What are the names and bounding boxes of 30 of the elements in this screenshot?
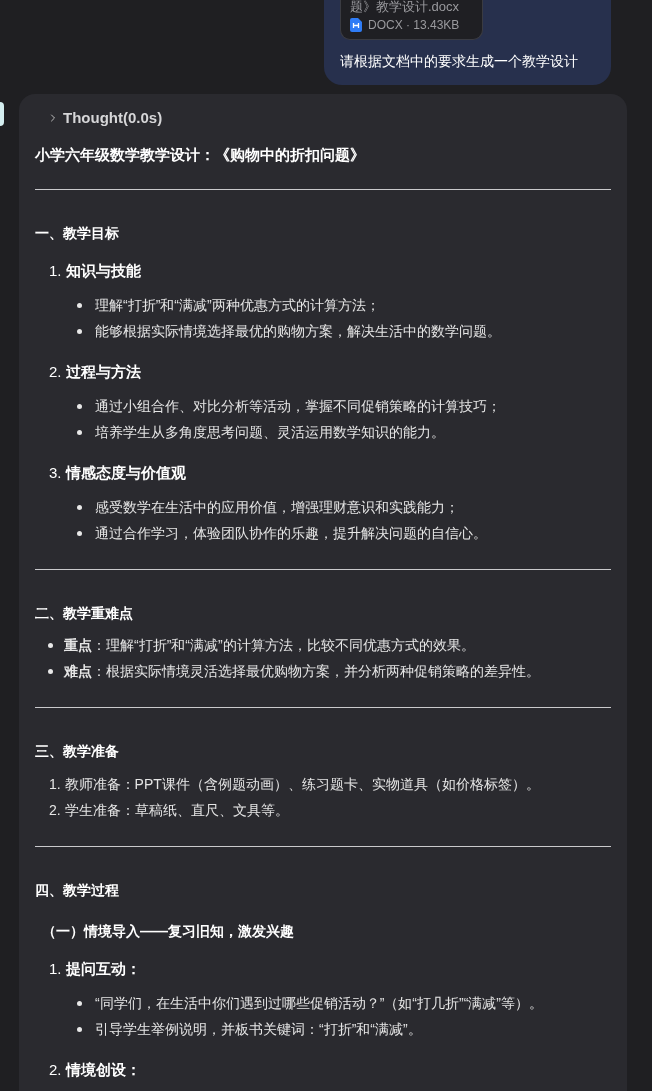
response-title: 小学六年级数学教学设计：《购物中的折扣问题》 xyxy=(35,145,366,165)
numbered-heading: 3. 情感态度与价值观 xyxy=(49,463,187,483)
file-name: 题》教学设计.docx xyxy=(350,0,461,14)
file-meta: DOCX · 13.43KB xyxy=(368,17,460,33)
bullet-text: 引导学生举例说明，并板书关键词：“打折”和“满减”。 xyxy=(95,1020,422,1039)
section-heading: 四、教学过程 xyxy=(35,881,120,900)
bullet-text: 理解“打折”和“满减”两种优惠方式的计算方法； xyxy=(95,296,380,315)
bullet-text: 能够根据实际情境选择最优的购物方案，解决生活中的数学问题。 xyxy=(95,322,501,341)
numbered-heading: 2. 过程与方法 xyxy=(49,362,142,382)
numbered-item: 2. 学生准备：草稿纸、直尺、文具等。 xyxy=(49,801,290,820)
numbered-heading: 1. 知识与技能 xyxy=(49,261,142,281)
document-icon xyxy=(350,18,362,32)
bullet-text: 重点：理解“打折”和“满减”的计算方法，比较不同优惠方式的效果。 xyxy=(64,636,475,655)
thought-toggle[interactable]: Thought(0.0s) xyxy=(35,106,163,130)
message-text: 请根据文档中的要求生成一个教学设计 xyxy=(340,52,579,71)
numbered-heading: 1. 提问互动： xyxy=(49,959,142,979)
section-heading: 二、教学重难点 xyxy=(35,604,134,623)
bullet-text: 培养学生从多角度思考问题、灵活运用数学知识的能力。 xyxy=(95,423,445,442)
numbered-item: 1. 教师准备：PPT课件（含例题动画）、练习题卡、实物道具（如价格标签）。 xyxy=(49,775,541,794)
section-heading: 三、教学准备 xyxy=(35,742,120,761)
section-heading: 一、教学目标 xyxy=(35,224,120,243)
bullet-text: 感受数学在生活中的应用价值，增强理财意识和实践能力； xyxy=(95,498,459,517)
subsection-heading: （一）情境导入——复习旧知，激发兴趣 xyxy=(41,922,295,941)
bullet-text: 难点：根据实际情境灵活选择最优购物方案，并分析两种促销策略的差异性。 xyxy=(64,662,540,681)
bullet-text: 通过合作学习，体验团队协作的乐趣，提升解决问题的自信心。 xyxy=(95,524,487,543)
bullet-text: “同学们，在生活中你们遇到过哪些促销活动？”（如“打几折”“满减”等）。 xyxy=(95,994,543,1013)
avatar-icon xyxy=(0,102,4,126)
numbered-heading: 2. 情境创设： xyxy=(49,1060,142,1080)
bullet-text: 通过小组合作、对比分析等活动，掌握不同促销策略的计算技巧； xyxy=(95,397,501,416)
file-card[interactable]: 题》教学设计.docx DOCX · 13.43KB xyxy=(340,0,483,40)
